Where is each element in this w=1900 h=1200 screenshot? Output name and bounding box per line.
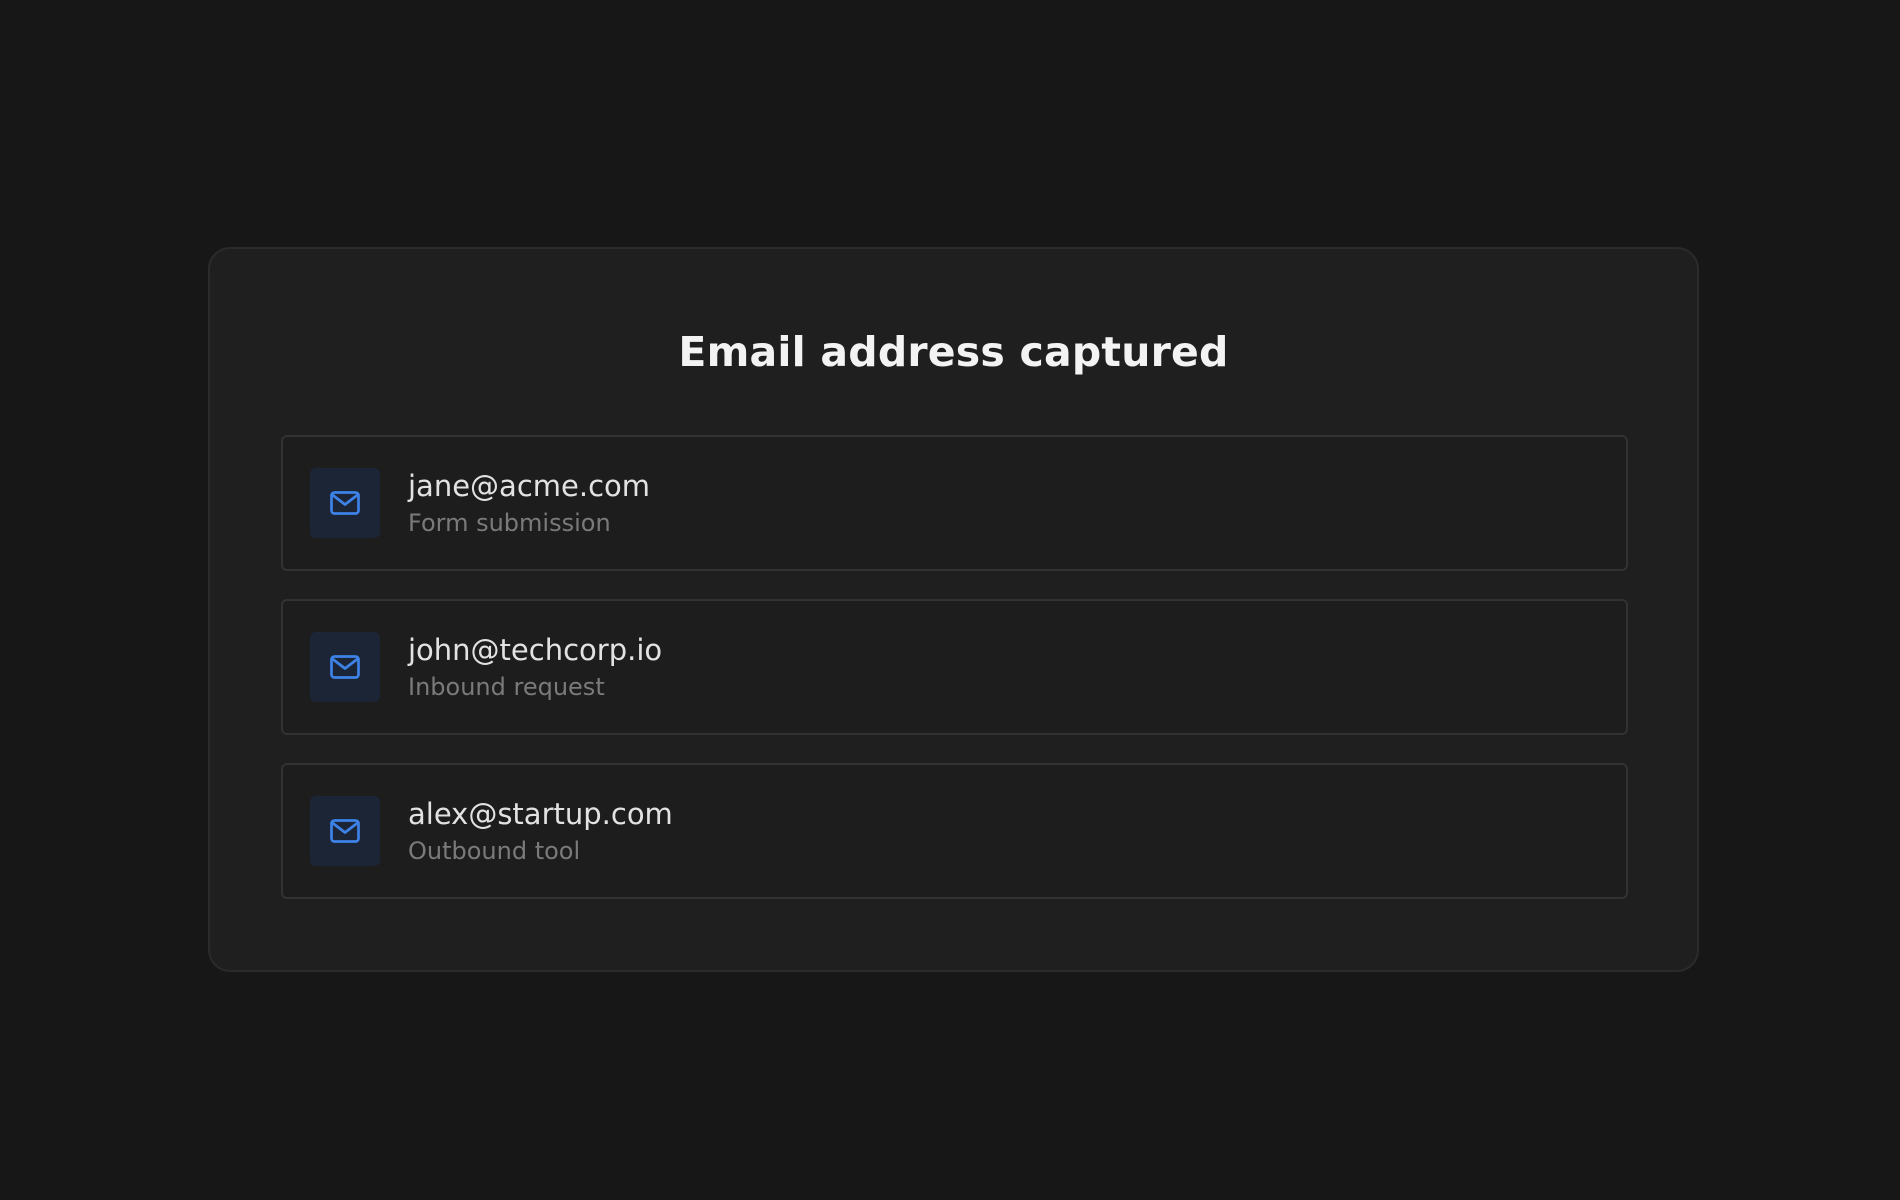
email-entry-text: alex@startup.com Outbound tool xyxy=(408,796,673,866)
email-entry-text: john@techcorp.io Inbound request xyxy=(408,632,662,702)
email-list: jane@acme.com Form submission john@techc… xyxy=(281,435,1628,899)
card-title: Email address captured xyxy=(678,328,1229,376)
email-list-item[interactable]: jane@acme.com Form submission xyxy=(281,435,1628,571)
email-address: jane@acme.com xyxy=(408,469,651,503)
email-source: Form submission xyxy=(408,509,611,537)
email-entry-text: jane@acme.com Form submission xyxy=(408,468,650,538)
email-address: john@techcorp.io xyxy=(408,633,663,667)
email-list-item[interactable]: john@techcorp.io Inbound request xyxy=(281,599,1628,735)
mail-icon xyxy=(310,468,380,538)
email-source: Outbound tool xyxy=(408,837,581,865)
email-source: Inbound request xyxy=(408,673,605,701)
mail-icon xyxy=(310,796,380,866)
mail-icon xyxy=(310,632,380,702)
email-address: alex@startup.com xyxy=(408,797,673,831)
email-captured-card: Email address captured jane@acme.com For… xyxy=(208,247,1699,972)
email-list-item[interactable]: alex@startup.com Outbound tool xyxy=(281,763,1628,899)
